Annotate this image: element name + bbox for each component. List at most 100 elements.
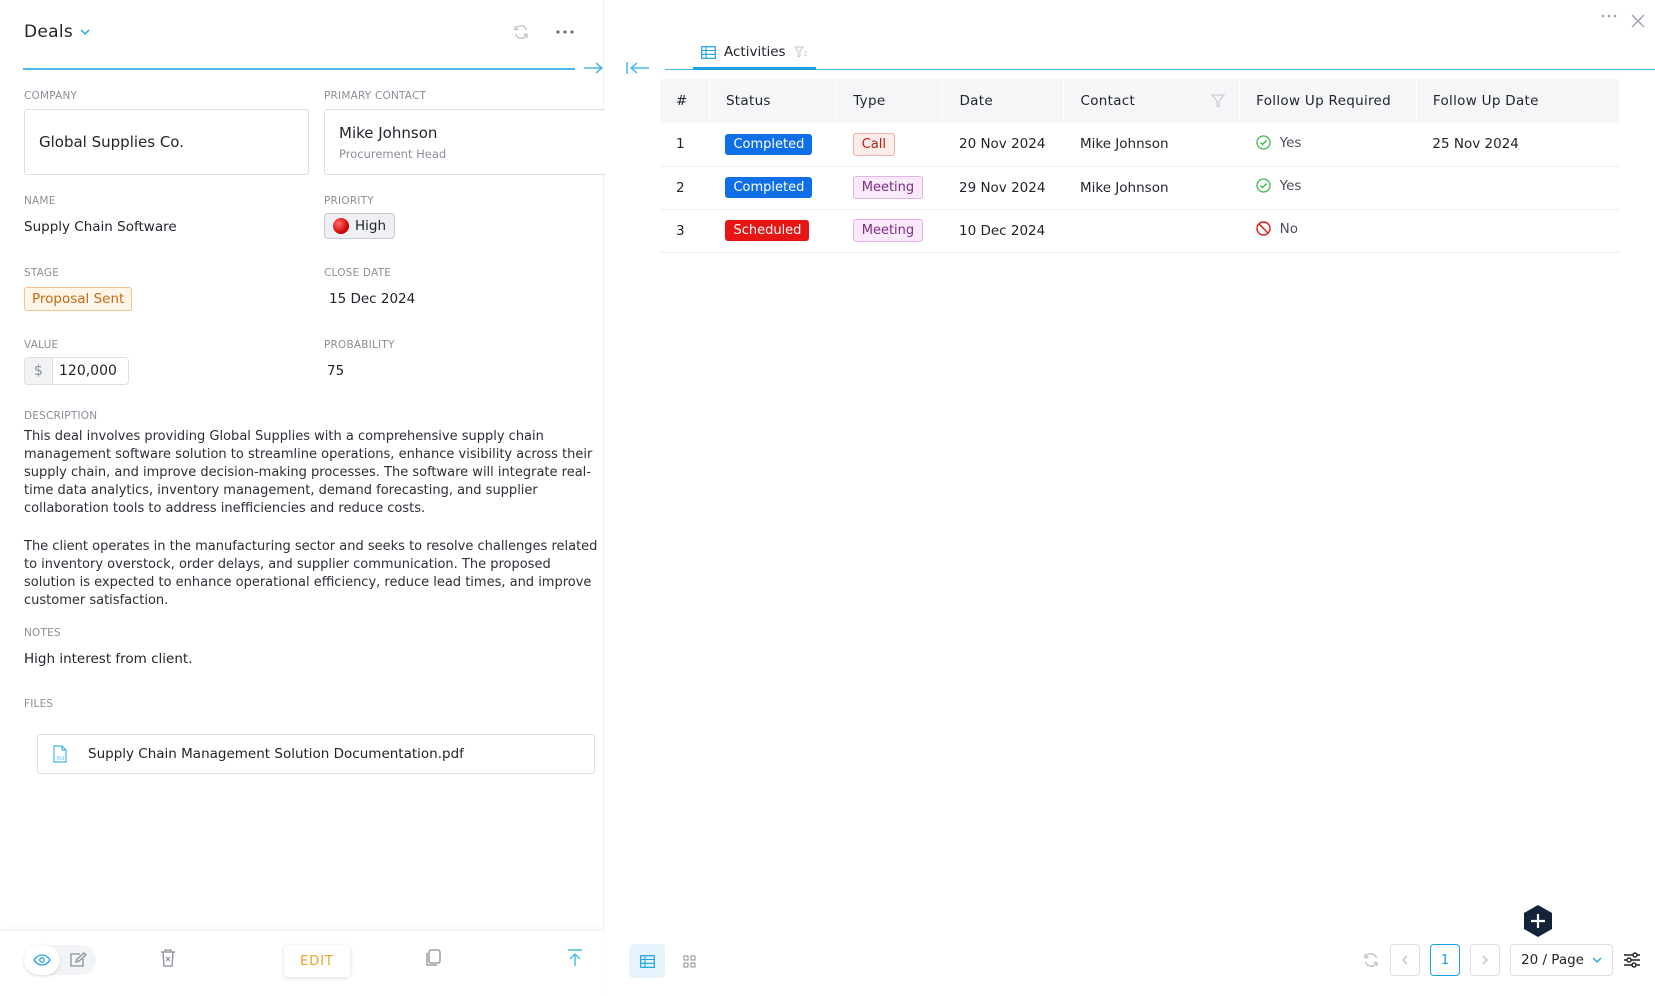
copy-icon[interactable] (424, 949, 442, 967)
edit-mode-button[interactable] (60, 945, 96, 975)
filter-settings-icon[interactable] (793, 46, 808, 58)
scroll-top-icon[interactable] (567, 949, 583, 967)
table-view-button[interactable] (629, 944, 665, 978)
prohibited-icon (1255, 221, 1271, 236)
filter-icon[interactable] (1211, 94, 1226, 108)
column-header-contact[interactable]: Contact (1063, 79, 1241, 123)
company-field: COMPANY (24, 90, 77, 102)
probability-value: 75 (327, 363, 345, 379)
page-number-button[interactable]: 1 (1430, 944, 1460, 976)
page-size-select[interactable]: 20 / Page (1510, 944, 1613, 976)
primary-contact-label: PRIMARY CONTACT (324, 90, 427, 102)
column-header-date[interactable]: Date (942, 79, 1065, 123)
column-header-follow-up-date[interactable]: Follow Up Date (1416, 79, 1621, 123)
row-date: 10 Dec 2024 (942, 209, 1064, 253)
priority-label: PRIORITY (324, 195, 374, 207)
stage-label: STAGE (24, 267, 60, 279)
follow-up-value: No (1279, 220, 1299, 237)
grid-view-button[interactable] (671, 944, 707, 978)
status-badge: Completed (725, 133, 813, 155)
chevron-right-icon (1481, 955, 1489, 965)
row-number: 3 (660, 209, 710, 253)
notes-value: High interest from client. (24, 651, 193, 667)
prev-page-button[interactable] (1390, 944, 1420, 976)
follow-up-value: Yes (1279, 177, 1302, 194)
edit-button[interactable]: EDIT (284, 945, 350, 977)
follow-up-required: No (1255, 220, 1299, 237)
check-circle-icon (1256, 135, 1271, 150)
tab-activities[interactable]: Activities (701, 44, 808, 68)
value-display: $ 120,000 (24, 357, 129, 385)
table-row[interactable]: 3 Scheduled Meeting 10 Dec 2024 No (660, 209, 1620, 253)
row-contact: Mike Johnson (1063, 166, 1240, 210)
trash-icon[interactable] (160, 949, 176, 967)
next-page-button[interactable] (1470, 944, 1500, 976)
related-activities-panel: Activities # Status Type Date Contact Fo… (605, 0, 1655, 996)
panel-title[interactable]: Deals (24, 22, 73, 42)
value-amount: 120,000 (59, 363, 117, 379)
refresh-icon[interactable] (509, 20, 533, 44)
row-number: 1 (660, 123, 710, 167)
more-options-icon[interactable] (1601, 14, 1617, 28)
chevron-down-icon[interactable] (79, 26, 91, 38)
table-row[interactable]: 1 Completed Call 20 Nov 2024 Mike Johnso… (660, 123, 1620, 167)
company-value: Global Supplies Co. (39, 133, 184, 151)
name-value: Supply Chain Software (24, 219, 177, 235)
view-edit-toggle (24, 945, 96, 975)
company-card[interactable]: Global Supplies Co. (24, 109, 309, 175)
description-paragraph-1: This deal involves providing Global Supp… (24, 429, 593, 516)
table-footer: 1 20 / Page (605, 930, 1655, 996)
row-follow-up-date (1416, 209, 1620, 253)
priority-pill: High (324, 213, 396, 239)
row-contact: Mike Johnson (1063, 123, 1240, 167)
company-label: COMPANY (24, 90, 78, 102)
refresh-icon[interactable] (1362, 951, 1380, 969)
column-header-status[interactable]: Status (709, 79, 838, 123)
tab-label: Activities (724, 44, 786, 60)
layout-toggle (629, 944, 707, 978)
table-row[interactable]: 2 Completed Meeting 29 Nov 2024 Mike Joh… (660, 166, 1620, 210)
primary-contact-card[interactable]: Mike Johnson Procurement Head (324, 109, 609, 175)
currency-symbol: $ (25, 358, 53, 384)
notes-field: NOTES High interest from client. (24, 627, 192, 667)
type-badge: Meeting (852, 176, 924, 199)
column-settings-icon[interactable] (1623, 952, 1641, 968)
eye-icon (33, 954, 51, 966)
follow-up-required: Yes (1256, 135, 1301, 151)
grid-view-icon (683, 955, 696, 968)
type-badge: Call (852, 132, 896, 156)
row-number: 2 (660, 166, 710, 210)
contact-role: Procurement Head (339, 147, 447, 161)
view-mode-button[interactable] (24, 945, 60, 975)
pdf-file-icon: PDF (52, 744, 68, 764)
type-badge: Meeting (852, 219, 924, 242)
detail-footer-toolbar: EDIT (0, 930, 604, 996)
file-name: Supply Chain Management Solution Documen… (88, 746, 464, 762)
primary-contact-field: PRIMARY CONTACT (324, 90, 426, 102)
description-text: This deal involves providing Global Supp… (24, 428, 604, 610)
priority-value: High (355, 218, 387, 234)
value-label: VALUE (24, 339, 59, 351)
probability-label: PROBABILITY (324, 339, 395, 351)
check-circle-icon (1256, 178, 1271, 193)
close-date-value: 15 Dec 2024 (329, 291, 416, 307)
more-options-icon[interactable] (553, 20, 577, 44)
description-field: DESCRIPTION (24, 410, 97, 422)
name-field: NAME Supply Chain Software (24, 195, 177, 235)
file-attachment[interactable]: PDF Supply Chain Management Solution Doc… (37, 734, 595, 774)
column-header-number[interactable]: # (660, 79, 710, 123)
table-view-icon (639, 954, 655, 968)
column-header-contact-label: Contact (1080, 93, 1136, 109)
close-icon[interactable] (1631, 14, 1645, 28)
panel-window-controls (1601, 14, 1645, 28)
page-size-value: 20 / Page (1521, 952, 1584, 968)
activities-table: # Status Type Date Contact Follow Up Req… (660, 79, 1621, 253)
active-tab-indicator (693, 67, 816, 70)
column-header-type[interactable]: Type (836, 79, 944, 123)
table-header-row: # Status Type Date Contact Follow Up Req… (660, 79, 1621, 123)
column-header-follow-up-required[interactable]: Follow Up Required (1239, 79, 1417, 123)
probability-field: PROBABILITY 75 (324, 339, 395, 379)
collapse-left-icon[interactable] (625, 60, 651, 76)
name-label: NAME (24, 195, 56, 207)
close-date-field: CLOSE DATE 15 Dec 2024 (324, 267, 415, 307)
